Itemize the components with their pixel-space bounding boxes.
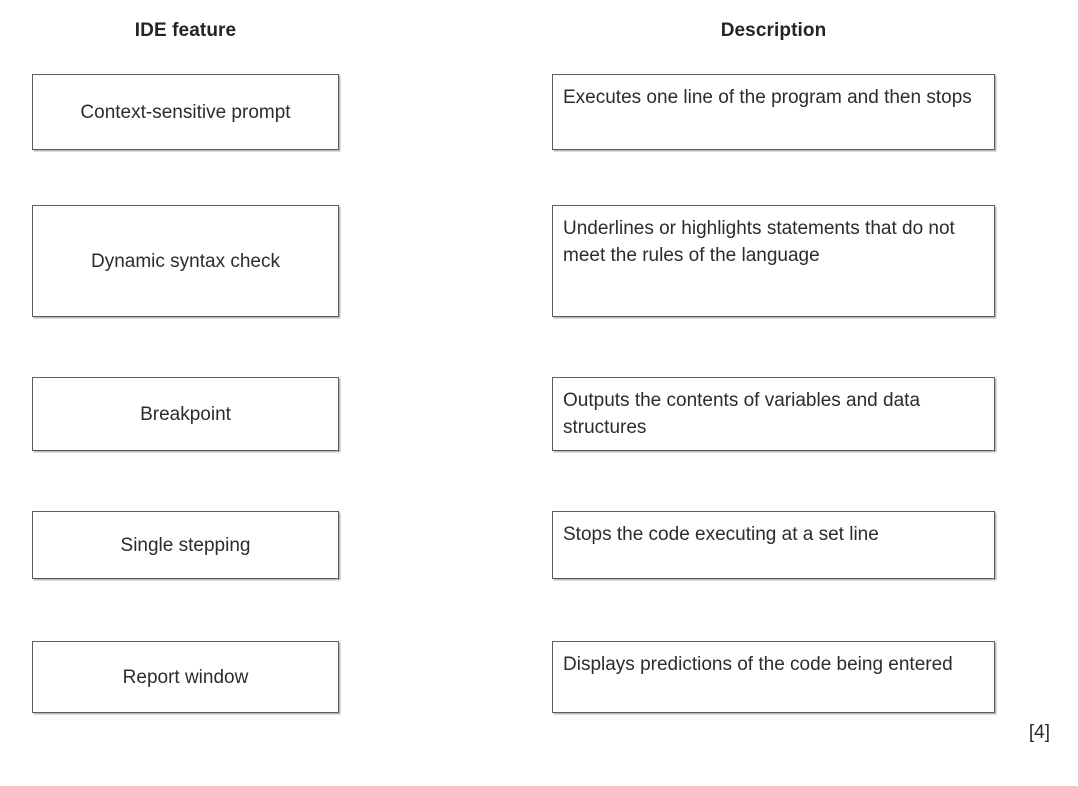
description-box[interactable]: Executes one line of the program and the… (552, 74, 995, 150)
description-box[interactable]: Underlines or highlights statements that… (552, 205, 995, 317)
ide-feature-box[interactable]: Context-sensitive prompt (32, 74, 339, 150)
description-box[interactable]: Outputs the contents of variables and da… (552, 377, 995, 451)
ide-feature-box[interactable]: Single stepping (32, 511, 339, 579)
ide-feature-label: Dynamic syntax check (90, 250, 280, 272)
ide-feature-box[interactable]: Breakpoint (32, 377, 339, 451)
ide-feature-label: Context-sensitive prompt (80, 101, 291, 123)
description-label: Executes one line of the program and the… (563, 87, 972, 108)
description-box[interactable]: Displays predictions of the code being e… (552, 641, 995, 713)
ide-feature-label: Single stepping (120, 534, 251, 556)
description-box[interactable]: Stops the code executing at a set line (552, 511, 995, 579)
matching-exercise-sheet: IDE feature Description Context-sensitiv… (0, 0, 1078, 786)
description-label: Underlines or highlights statements that… (563, 218, 955, 266)
description-label: Displays predictions of the code being e… (563, 654, 953, 675)
ide-feature-box[interactable]: Report window (32, 641, 339, 713)
description-label: Stops the code executing at a set line (563, 524, 879, 545)
ide-feature-label: Breakpoint (140, 403, 231, 425)
description-label: Outputs the contents of variables and da… (563, 390, 921, 438)
ide-feature-box[interactable]: Dynamic syntax check (32, 205, 339, 317)
ide-feature-label: Report window (122, 666, 249, 688)
matching-rows: Context-sensitive prompt Executes one lin… (0, 0, 1078, 786)
marks-indicator: [4] (1028, 722, 1050, 743)
